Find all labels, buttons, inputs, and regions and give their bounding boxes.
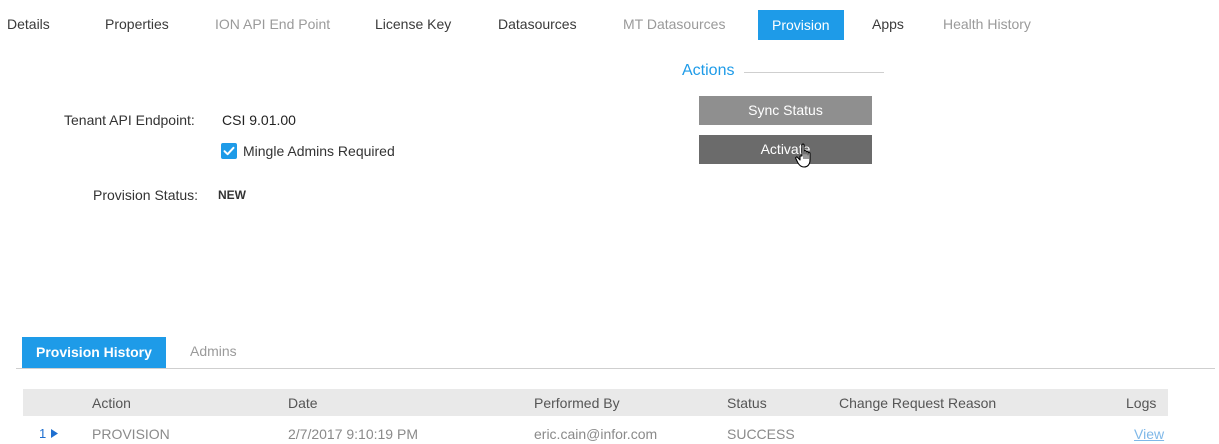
actions-divider (744, 72, 884, 73)
tab-license-key[interactable]: License Key (375, 16, 451, 32)
cell-status: SUCCESS (727, 426, 795, 442)
table-row: 1 PROVISION 2/7/2017 9:10:19 PM eric.cai… (23, 416, 1168, 444)
column-header-date[interactable]: Date (288, 395, 318, 411)
row-number: 1 (39, 426, 47, 441)
subtab-divider (16, 368, 1215, 369)
tab-provision[interactable]: Provision (758, 10, 844, 40)
provision-status-value: NEW (218, 188, 246, 202)
activate-button[interactable]: Activate (699, 135, 872, 164)
tab-health-history[interactable]: Health History (943, 16, 1031, 32)
tenant-api-endpoint-value: CSI 9.01.00 (222, 112, 296, 128)
tab-datasources[interactable]: Datasources (498, 16, 577, 32)
tenant-api-endpoint-label: Tenant API Endpoint: (64, 112, 195, 128)
tab-admins[interactable]: Admins (190, 343, 237, 359)
column-header-performed-by[interactable]: Performed By (534, 395, 620, 411)
tab-details[interactable]: Details (7, 16, 50, 32)
cell-action: PROVISION (92, 426, 170, 442)
actions-heading: Actions (682, 62, 735, 79)
tab-ion-api-end-point[interactable]: ION API End Point (215, 16, 330, 32)
checkmark-icon (223, 146, 235, 156)
column-header-status[interactable]: Status (727, 395, 767, 411)
tab-apps[interactable]: Apps (872, 16, 904, 32)
history-tab-bar: Provision History Admins (0, 330, 1219, 370)
mingle-admins-label[interactable]: Mingle Admins Required (243, 143, 395, 159)
cell-date: 2/7/2017 9:10:19 PM (288, 426, 418, 442)
tab-provision-history[interactable]: Provision History (22, 337, 166, 368)
top-tab-bar: Details Properties ION API End Point Lic… (0, 0, 1219, 42)
cell-performed-by: eric.cain@infor.com (534, 426, 658, 442)
column-header-change-request-reason[interactable]: Change Request Reason (839, 395, 996, 411)
mingle-admins-checkbox[interactable] (221, 143, 237, 159)
tab-properties[interactable]: Properties (105, 16, 169, 32)
view-log-link[interactable]: View (1134, 426, 1164, 442)
provision-status-label: Provision Status: (93, 187, 199, 203)
hand-cursor-icon (795, 143, 811, 168)
column-header-logs[interactable]: Logs (1126, 395, 1156, 411)
sync-status-button[interactable]: Sync Status (699, 96, 872, 125)
column-header-action[interactable]: Action (92, 395, 131, 411)
tab-mt-datasources[interactable]: MT Datasources (623, 16, 725, 32)
expand-row-icon[interactable] (51, 429, 58, 438)
grid-header: Action Date Performed By Status Change R… (23, 389, 1168, 416)
